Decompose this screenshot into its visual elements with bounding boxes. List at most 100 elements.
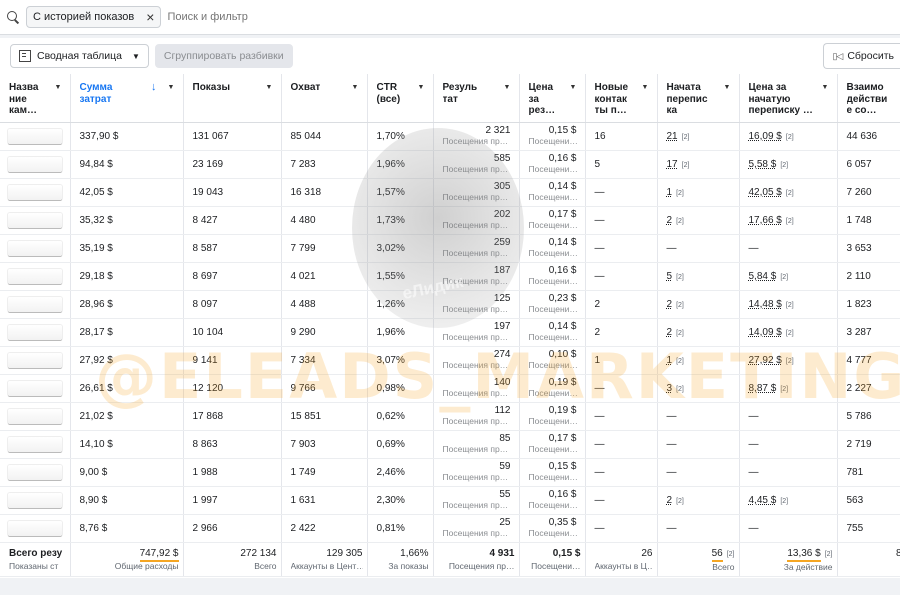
reset-button[interactable]: ▯◁ Сбросить — [823, 43, 900, 69]
impressions-cell: 8 587 — [183, 234, 282, 263]
group-breakdowns-button[interactable]: Сгруппировать разбивки — [154, 44, 293, 68]
conversations-cell[interactable]: 21 [2] — [657, 122, 740, 151]
cost-value: 0,23 $ — [548, 293, 577, 304]
table-row[interactable]: 337,90 $ 131 067 85 044 1,70% 2 321 Посещения… — [0, 122, 900, 151]
conversations-cell[interactable]: 1 [2] — [657, 178, 740, 207]
table-row[interactable]: 27,92 $9 141 7 334 3,07% 274 Посещения пр… 0,… — [0, 346, 900, 375]
spend-cell: 21,02 $ — [70, 402, 184, 431]
new-contacts-cell: — — [585, 514, 658, 543]
column-header-line: переписку … — [748, 105, 813, 116]
conversations-cell[interactable]: 5 [2] — [657, 262, 740, 291]
attribution-badge: [2] — [676, 497, 684, 505]
cost-per-result-cell: 0,16 $ Посещени… — [519, 150, 586, 179]
new-contacts-cell: — — [585, 262, 658, 291]
column-menu-icon[interactable]: ▼ — [721, 82, 734, 94]
column-menu-icon[interactable]: ▼ — [415, 82, 428, 94]
total-reach-cell-value: 129 305 — [291, 548, 362, 560]
column-menu-icon[interactable]: ▼ — [165, 82, 178, 94]
column-header-1[interactable]: Суммазатрат▼ — [70, 74, 184, 123]
column-header-6[interactable]: Цена за рез… ▼ — [519, 74, 586, 123]
table-row[interactable]: 21,02 $ 17 868 15 851 0,62% 112 Посещения пр…… — [0, 402, 900, 431]
table-row[interactable]: 42,05 $ 19 043 16 318 1,57% 305 Посещения пр…… — [0, 178, 900, 207]
campaign-name-cell[interactable] — [0, 262, 71, 291]
table-row[interactable]: 35,19 $8 587 7 799 3,02% 259 Посещения пр… 0,… — [0, 234, 900, 263]
column-menu-icon[interactable]: ▼ — [819, 82, 832, 94]
table-row[interactable]: 35,32 $8 427 4 480 1,73% 202 Посещения пр… 0,… — [0, 206, 900, 235]
reach-cell-value: 85 044 — [290, 130, 322, 142]
campaign-name-cell[interactable] — [0, 318, 71, 347]
cost-per-conversation-cell[interactable]: 5,84 $ [2] — [739, 262, 838, 291]
conversations-cell[interactable]: 3 [2] — [657, 374, 740, 403]
cost-per-conversation-cell[interactable]: 27,92 $ [2] — [739, 346, 838, 375]
total-result-cell-value: 4 931 — [443, 548, 514, 560]
campaign-name-cell[interactable] — [0, 150, 71, 179]
close-icon[interactable]: × — [146, 10, 154, 24]
cost-per-conversation-cell[interactable]: 14,48 $ [2] — [739, 290, 838, 319]
column-header-0[interactable]: Назва ние кам… ▼ — [0, 74, 71, 123]
cost-per-conversation-cell[interactable]: 17,66 $ [2] — [739, 206, 838, 235]
sort-arrow-icon[interactable] — [151, 82, 157, 94]
column-menu-icon[interactable]: ▼ — [639, 82, 652, 94]
column-menu-icon[interactable]: ▼ — [349, 82, 362, 94]
column-menu-icon[interactable]: ▼ — [263, 82, 276, 94]
column-header-4[interactable]: CTR (все) ▼ — [367, 74, 434, 123]
campaign-name-cell[interactable] — [0, 430, 71, 459]
campaign-name-cell[interactable] — [0, 290, 71, 319]
cost-per-conversation-cell: — — [739, 430, 838, 459]
column-header-3[interactable]: Охват ▼ — [281, 74, 368, 123]
cost-subtext: Посещени… — [528, 136, 577, 146]
impressions-cell: 8 863 — [183, 430, 282, 459]
campaign-name-cell[interactable] — [0, 178, 71, 207]
bottom-bar — [0, 578, 900, 595]
conversations-cell[interactable]: 2 [2] — [657, 318, 740, 347]
column-menu-icon[interactable]: ▼ — [501, 82, 514, 94]
table-row[interactable]: 8,76 $2 966 2 422 0,81% 25 Посещения пр… 0,35… — [0, 514, 900, 543]
table-row[interactable]: 8,90 $1 997 1 631 2,30% 55 Посещения пр… 0,16… — [0, 486, 900, 515]
cost-value: 0,15 $ — [548, 461, 577, 472]
cost-per-conversation-cell[interactable]: 14,09 $ [2] — [739, 318, 838, 347]
column-header-5[interactable]: Резуль тат ▼ — [433, 74, 520, 123]
conversations-cell[interactable]: 2 [2] — [657, 486, 740, 515]
column-header-8[interactable]: Начата перепис ка ▼ — [657, 74, 740, 123]
conversations-cell[interactable]: 2 [2] — [657, 206, 740, 235]
interactions-value: 781 — [846, 466, 864, 478]
column-header-9[interactable]: Цена за начатую переписку … ▼ — [739, 74, 838, 123]
conversations-cell[interactable]: 1 [2] — [657, 346, 740, 375]
table-row[interactable]: 9,00 $1 988 1 749 2,46% 59 Посещения пр… 0,15… — [0, 458, 900, 487]
cost-per-conversation-cell[interactable]: 42,05 $ [2] — [739, 178, 838, 207]
table-row[interactable]: 94,84 $23 169 7 283 1,96% 585 Посещения пр… 0… — [0, 150, 900, 179]
cost-per-conversation-cell[interactable]: 8,87 $ [2] — [739, 374, 838, 403]
table-row[interactable]: 29,18 $8 697 4 021 1,55% 187 Посещения пр… 0,… — [0, 262, 900, 291]
campaign-name-cell[interactable] — [0, 346, 71, 375]
table-row[interactable]: 26,61 $12 120 9 766 0,98% 140 Посещения пр… 0… — [0, 374, 900, 403]
campaign-name-cell[interactable] — [0, 486, 71, 515]
column-menu-icon[interactable]: ▼ — [52, 82, 65, 94]
column-menu-icon[interactable]: ▼ — [567, 82, 580, 94]
column-header-10[interactable]: Взаимодействие со…▼ — [837, 74, 900, 123]
impressions-cell: 10 104 — [183, 318, 282, 347]
campaign-name-cell[interactable] — [0, 122, 71, 151]
campaign-name-cell[interactable] — [0, 514, 71, 543]
column-header-2[interactable]: Показы ▼ — [183, 74, 282, 123]
campaign-name-cell[interactable] — [0, 458, 71, 487]
interactions-cell: 4 777 — [837, 346, 900, 375]
pivot-table-button[interactable]: Сводная таблица ▼ — [10, 44, 149, 68]
campaign-name-cell[interactable] — [0, 402, 71, 431]
interactions-cell: 563 — [837, 486, 900, 515]
cost-subtext: Посещени… — [528, 416, 577, 426]
campaign-name-cell[interactable] — [0, 206, 71, 235]
impressions-cell: 1 997 — [183, 486, 282, 515]
conversations-cell[interactable]: 2 [2] — [657, 290, 740, 319]
column-header-7[interactable]: Новые контак ты п… ▼ — [585, 74, 658, 123]
table-row[interactable]: 14,10 $8 863 7 903 0,69% 85 Посещения пр… 0,1… — [0, 430, 900, 459]
filter-chip[interactable]: С историей показов × — [26, 6, 162, 28]
cost-per-conversation-cell[interactable]: 5,58 $ [2] — [739, 150, 838, 179]
table-row[interactable]: 28,17 $10 104 9 290 1,96% 197 Посещения пр… 0… — [0, 318, 900, 347]
table-row[interactable]: 28,96 $8 097 4 488 1,26% 125 Посещения пр… 0,… — [0, 290, 900, 319]
campaign-name-cell[interactable] — [0, 374, 71, 403]
conversations-cell[interactable]: 17 [2] — [657, 150, 740, 179]
cost-per-conversation-cell[interactable]: 16,09 $ [2] — [739, 122, 838, 151]
search-input[interactable] — [167, 11, 468, 23]
cost-per-conversation-cell[interactable]: 4,45 $ [2] — [739, 486, 838, 515]
campaign-name-cell[interactable] — [0, 234, 71, 263]
